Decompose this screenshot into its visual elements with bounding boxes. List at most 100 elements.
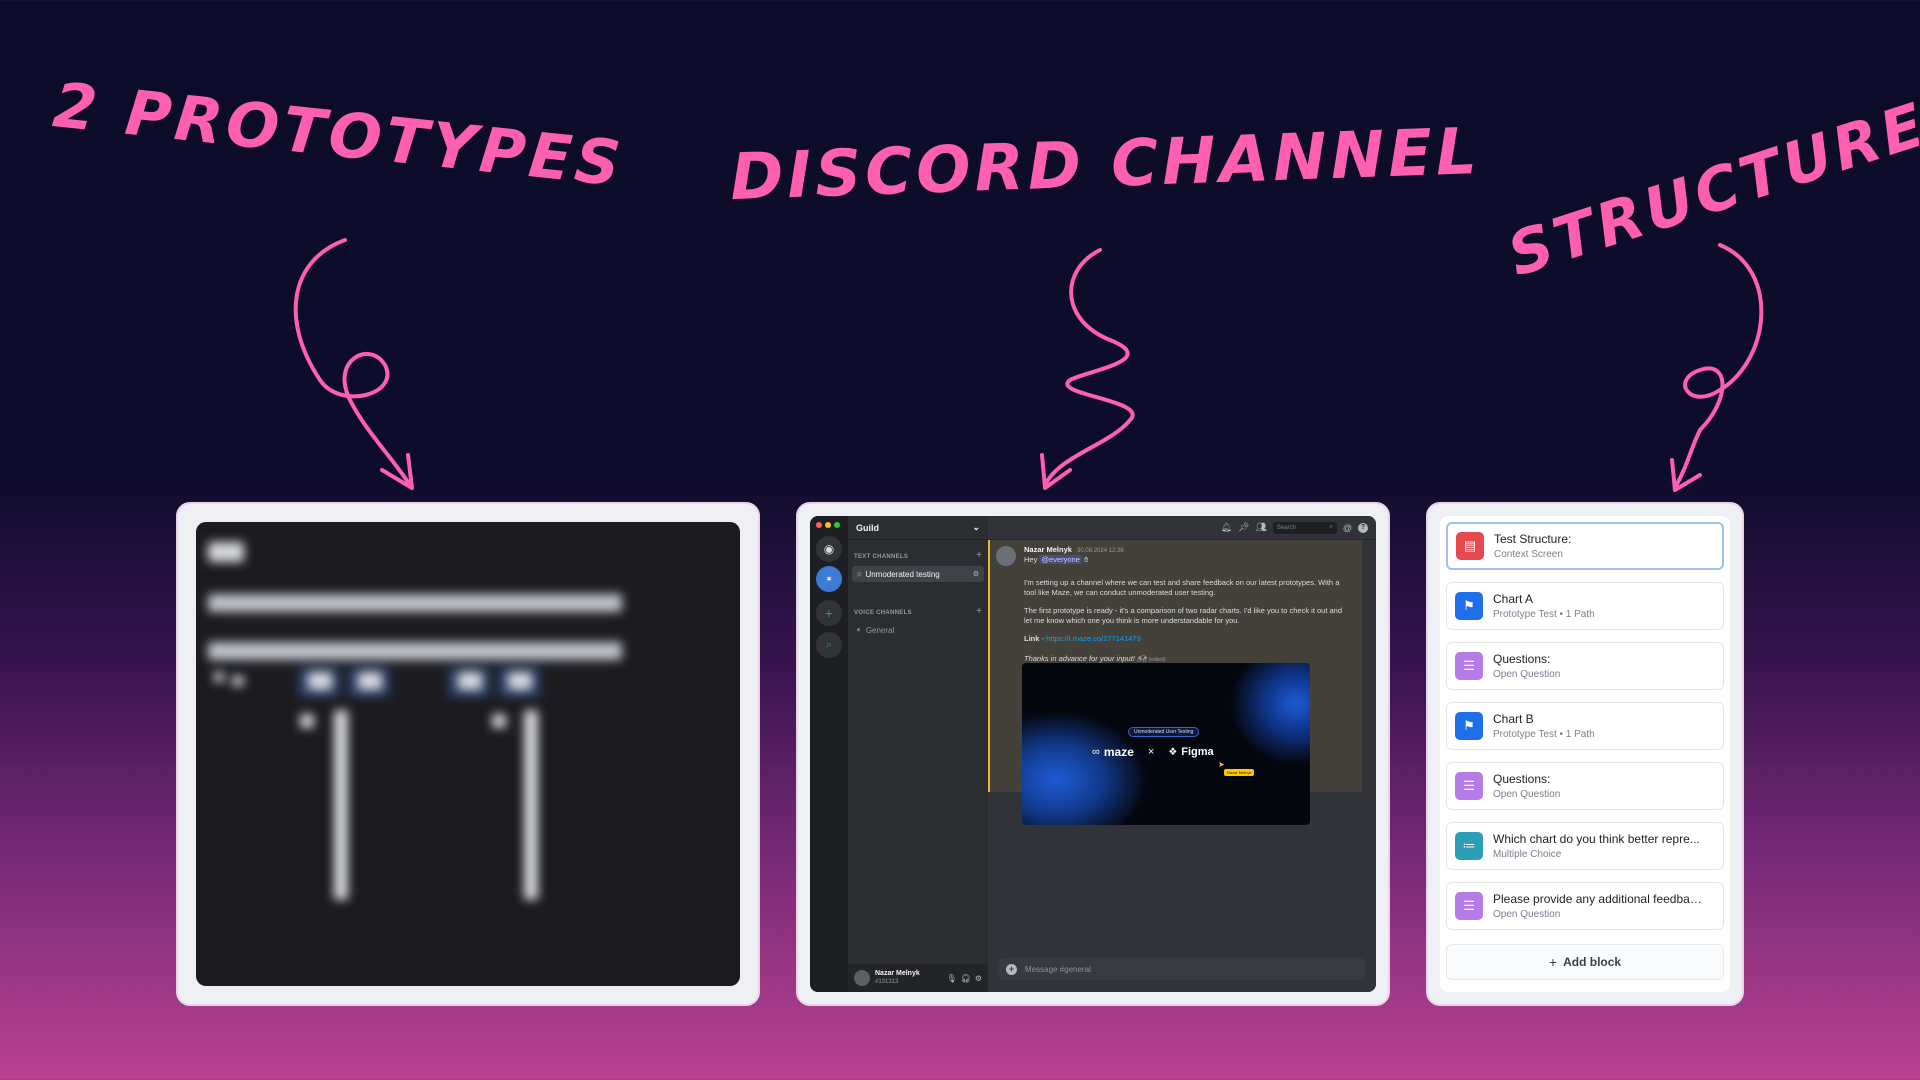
- text-channels-category[interactable]: TEXT CHANNELS: [854, 554, 908, 560]
- headphones-icon[interactable]: 🎧︎: [961, 974, 971, 983]
- window-zoom-button[interactable]: [834, 522, 840, 528]
- help-icon[interactable]: ?: [1358, 522, 1368, 533]
- guild-name: Guild: [856, 522, 879, 533]
- add-voice-channel-icon[interactable]: +: [976, 606, 982, 617]
- figma-brand: Figma: [1181, 746, 1214, 758]
- multiple-choice-icon: ≔: [1455, 832, 1483, 860]
- chat-toolbar: 🔔︎ 📌︎ 👥︎ Search ⌕ @ ?: [988, 516, 1376, 540]
- open-question-icon: ☰: [1455, 772, 1483, 800]
- block-subtitle: Open Question: [1493, 789, 1561, 800]
- channel-general-voice[interactable]: 🔈︎ General: [852, 622, 984, 638]
- add-attachment-icon[interactable]: +: [1006, 963, 1017, 975]
- block-subtitle: Prototype Test • 1 Path: [1493, 729, 1595, 740]
- voice-channel-label: General: [865, 625, 895, 635]
- block-questions-2[interactable]: ☰ Questions: Open Question: [1446, 762, 1724, 810]
- open-question-icon: ☰: [1455, 652, 1483, 680]
- discord-window: ◉ ✶ + ⌕ Guild ⌄ TEXT CHANNELS + # Unmode…: [810, 516, 1376, 992]
- message-embed-image[interactable]: Unmoderated User Testing ∞ maze × ❖ Figm…: [1022, 663, 1310, 825]
- flag-icon: ⚑: [1455, 712, 1483, 740]
- block-title: Which chart do you think better repre...: [1493, 832, 1700, 846]
- server-rail: ◉ ✶ + ⌕: [810, 516, 848, 992]
- maze-link[interactable]: https://t.maze.co/277141473: [1046, 634, 1141, 643]
- search-icon: ⌕: [1329, 524, 1333, 530]
- pin-icon[interactable]: 📌︎: [1238, 522, 1249, 533]
- block-title: Please provide any additional feedbac...: [1493, 892, 1703, 906]
- channel-unmoderated-testing[interactable]: # Unmoderated testing ⚙: [852, 566, 984, 582]
- block-chart-a[interactable]: ⚑ Chart A Prototype Test • 1 Path: [1446, 582, 1724, 630]
- add-block-button[interactable]: + Add block: [1446, 944, 1724, 980]
- chat-area: 🔔︎ 📌︎ 👥︎ Search ⌕ @ ? Nazar Melnyk 30.08…: [988, 516, 1376, 992]
- add-block-label: Add block: [1563, 955, 1622, 969]
- microphone-icon[interactable]: 🎙︎: [947, 974, 957, 983]
- thanks-text: Thanks in advance for your input!: [1024, 654, 1135, 663]
- structure-panel: ▤ Test Structure: Context Screen ⚑ Chart…: [1426, 502, 1744, 1006]
- block-title: Chart B: [1493, 712, 1534, 726]
- composer-placeholder: Message #general: [1025, 964, 1091, 974]
- maze-logo-icon: ∞: [1092, 746, 1100, 758]
- block-subtitle: Open Question: [1493, 909, 1561, 920]
- prototypes-panel: [176, 502, 760, 1006]
- plus-icon: +: [1548, 954, 1558, 970]
- user-settings-icon[interactable]: ⚙: [975, 974, 982, 983]
- add-text-channel-icon[interactable]: +: [976, 550, 982, 561]
- avatar[interactable]: [996, 546, 1016, 566]
- maze-brand: maze: [1103, 745, 1134, 759]
- prototypes-canvas: [196, 522, 740, 986]
- chevron-down-icon: ⌄: [972, 522, 980, 532]
- message-paragraph-1: I'm setting up a channel where we can te…: [1024, 578, 1340, 597]
- speaker-icon: 🔈︎: [857, 625, 862, 634]
- guild-server-icon[interactable]: ✶: [816, 566, 842, 592]
- block-context-screen[interactable]: ▤ Test Structure: Context Screen: [1446, 522, 1724, 570]
- window-minimize-button[interactable]: [825, 522, 831, 528]
- wave-emoji-icon: ✋︎: [1084, 555, 1089, 564]
- flag-icon: ⚑: [1455, 592, 1483, 620]
- block-title: Chart A: [1493, 592, 1534, 606]
- times-sign: ×: [1147, 746, 1155, 758]
- open-question-icon: ☰: [1455, 892, 1483, 920]
- figma-logo-icon: ❖: [1168, 746, 1178, 758]
- block-title: Questions:: [1493, 652, 1551, 666]
- context-screen-icon: ▤: [1456, 532, 1484, 560]
- message-composer[interactable]: + Message #general: [998, 958, 1366, 980]
- channel-label: Unmoderated testing: [865, 569, 940, 579]
- arrow-structure: [1673, 243, 1764, 490]
- block-title: Questions:: [1493, 772, 1551, 786]
- search-input[interactable]: Search ⌕: [1272, 521, 1337, 534]
- blurred-prototype-flows: [196, 522, 740, 986]
- user-panel: Nazar Melnyk #131313 🎙︎ 🎧︎ ⚙: [848, 964, 988, 992]
- block-additional-feedback[interactable]: ☰ Please provide any additional feedbac.…: [1446, 882, 1724, 930]
- guild-header[interactable]: Guild ⌄: [848, 516, 988, 540]
- cursor-name-tag: Nazar Melnyk: [1224, 769, 1255, 776]
- voice-channels-category[interactable]: VOICE CHANNELS: [854, 610, 912, 616]
- add-server-icon[interactable]: +: [816, 600, 842, 626]
- members-icon[interactable]: 👥︎: [1255, 522, 1266, 533]
- hash-icon: #: [857, 569, 862, 579]
- block-multiple-choice[interactable]: ≔ Which chart do you think better repre.…: [1446, 822, 1724, 870]
- text-category-label: TEXT CHANNELS: [854, 554, 909, 560]
- channel-sidebar: Guild ⌄ TEXT CHANNELS + # Unmoderated te…: [848, 516, 988, 992]
- message-paragraph-2: The first prototype is ready - it's a co…: [1024, 606, 1343, 625]
- arrow-discord: [1043, 248, 1135, 487]
- block-chart-b[interactable]: ⚑ Chart B Prototype Test • 1 Path: [1446, 702, 1724, 750]
- block-subtitle: Context Screen: [1494, 549, 1563, 560]
- embed-badge: Unmoderated User Testing: [1128, 727, 1200, 737]
- discord-home-icon[interactable]: ◉: [816, 536, 842, 562]
- block-title: Test Structure:: [1494, 532, 1572, 546]
- avatar[interactable]: [854, 970, 870, 986]
- window-close-button[interactable]: [816, 522, 822, 528]
- channel-settings-icon[interactable]: ⚙: [973, 570, 979, 578]
- user-name: Nazar Melnyk: [875, 970, 920, 977]
- arrow-prototypes: [293, 238, 412, 487]
- bell-icon[interactable]: 🔔︎: [1221, 522, 1232, 533]
- message-timestamp: 30.08.2024 12:36: [1077, 548, 1124, 554]
- cursor-icon: ➤: [1218, 760, 1225, 769]
- voice-category-label: VOICE CHANNELS: [854, 610, 912, 616]
- mentions-icon[interactable]: @: [1343, 523, 1352, 533]
- explore-servers-icon[interactable]: ⌕: [816, 632, 842, 658]
- greeting-text: Hey: [1024, 555, 1038, 564]
- everyone-mention[interactable]: @everyone: [1039, 555, 1082, 564]
- arrow-prototypes-head: [380, 453, 414, 490]
- block-questions-1[interactable]: ☰ Questions: Open Question: [1446, 642, 1724, 690]
- message-author[interactable]: Nazar Melnyk: [1024, 545, 1072, 554]
- block-subtitle: Open Question: [1493, 669, 1561, 680]
